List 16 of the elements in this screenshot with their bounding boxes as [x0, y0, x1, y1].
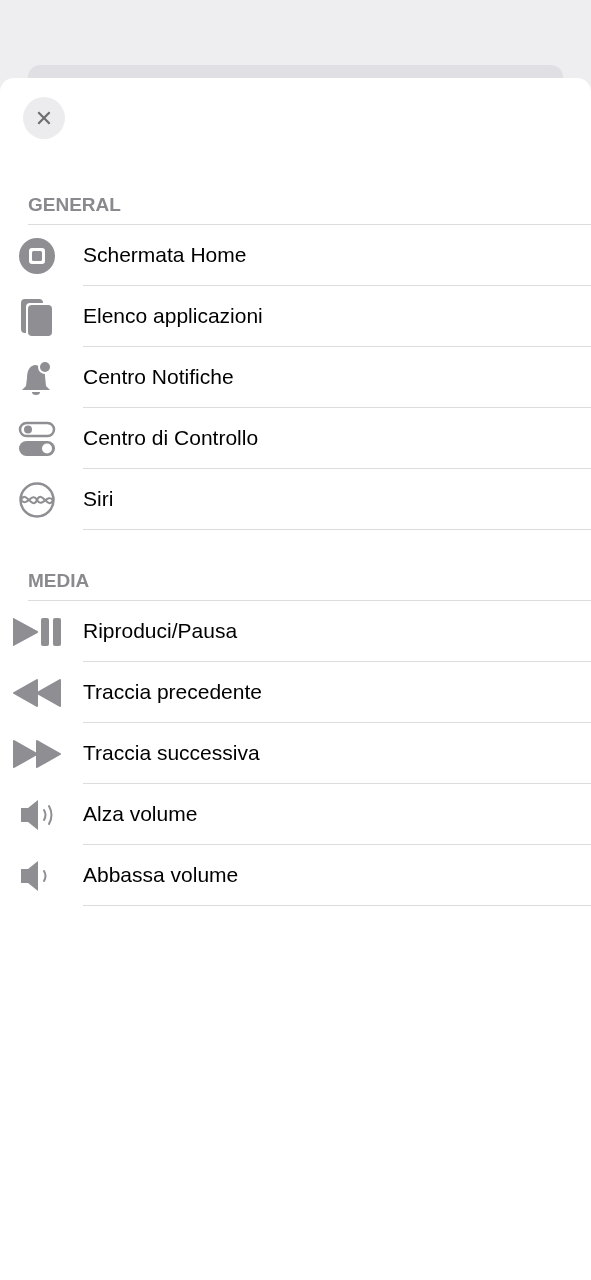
menu-item[interactable]: Abbassa volume: [83, 863, 239, 887]
menu-item[interactable]: Schermata Home: [83, 243, 247, 267]
menu-item[interactable]: Elenco applicazioni: [83, 304, 263, 328]
menu-item[interactable]: Centro Notifiche: [83, 365, 234, 389]
siri-icon: [18, 480, 56, 519]
menu-item[interactable]: Traccia successiva: [83, 741, 260, 765]
menu-item[interactable]: Centro di Controllo: [83, 426, 259, 450]
section-header: GENERAL: [28, 194, 121, 216]
menu-item[interactable]: Traccia precedente: [83, 680, 262, 704]
close-button[interactable]: ✕: [23, 97, 65, 139]
menu-item[interactable]: Alza volume: [83, 802, 198, 826]
toggles-icon: [18, 419, 56, 458]
menu-item[interactable]: Riproduci/Pausa: [83, 619, 238, 643]
section-header: MEDIA: [28, 570, 90, 592]
menu-item[interactable]: Siri: [83, 487, 114, 511]
home-button-icon: [18, 236, 56, 275]
